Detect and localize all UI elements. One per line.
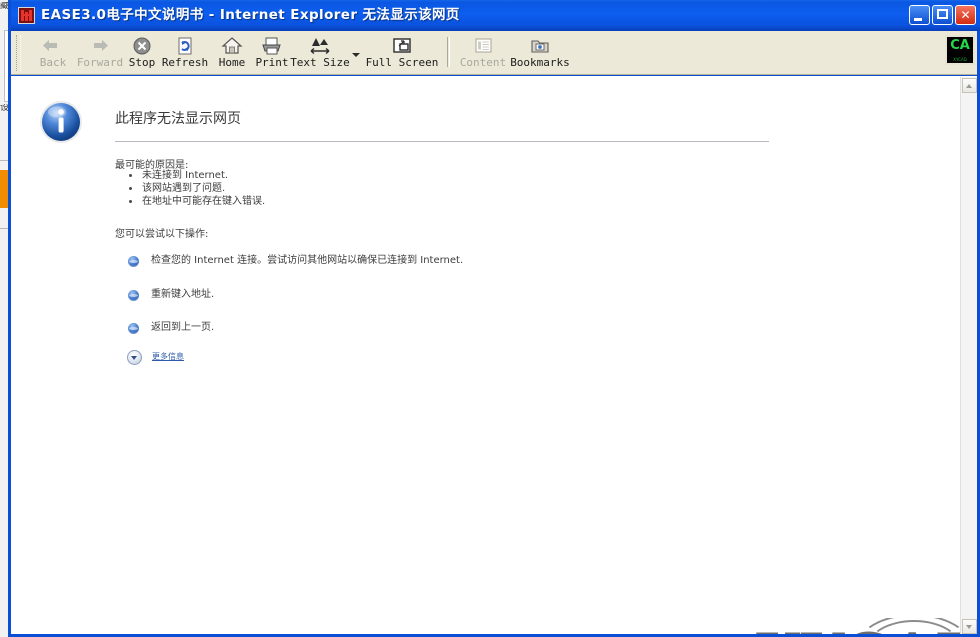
- back-label: Back: [39, 56, 67, 69]
- action-bullet-icon: [128, 323, 139, 334]
- action-go-back[interactable]: 返回到上一页.: [115, 320, 815, 338]
- full-screen-label: Full Screen: [365, 56, 439, 69]
- text-size-button[interactable]: Text Size: [287, 33, 353, 73]
- minimize-button[interactable]: [909, 5, 930, 25]
- browser-toolbar: Back Forward Stop Refresh Home Print Tex…: [11, 31, 977, 75]
- page-title: 此程序无法显示网页: [115, 111, 241, 127]
- bookmarks-button[interactable]: Bookmarks: [503, 33, 577, 73]
- page-content-area: 此程序无法显示网页 最可能的原因是: 未连接到 Internet. 该网站遇到了…: [11, 76, 977, 634]
- more-information-row[interactable]: 更多信息: [115, 349, 415, 369]
- error-page: 此程序无法显示网页 最可能的原因是: 未连接到 Internet. 该网站遇到了…: [11, 77, 960, 634]
- toolbar-grip-handle[interactable]: [16, 35, 21, 71]
- heading-divider: [115, 141, 769, 142]
- action-bullet-icon: [128, 256, 139, 267]
- action-label: 重新键入地址.: [151, 289, 215, 300]
- logo-caption: XYCAD: [953, 57, 967, 62]
- action-retype-address[interactable]: 重新键入地址.: [115, 287, 815, 305]
- text-size-dropdown-arrow-icon[interactable]: [352, 53, 360, 57]
- maximize-button[interactable]: [932, 5, 953, 25]
- close-button[interactable]: ✕: [955, 5, 976, 25]
- list-item: 该网站遇到了问题.: [128, 182, 265, 195]
- action-check-connection[interactable]: 检查您的 Internet 连接。尝试访问其他网站以确保已连接到 Interne…: [115, 253, 815, 271]
- list-item: 在地址中可能存在键入错误.: [128, 196, 266, 207]
- watermark-title: XYCAD: [756, 626, 960, 634]
- scroll-up-arrow[interactable]: [962, 78, 977, 93]
- actions-title: 您可以尝试以下操作:: [115, 229, 209, 240]
- causes-list: 未连接到 Internet. 该网站遇到了问题. 在地址中可能存在键入错误.: [115, 169, 265, 208]
- ease-app-icon: [18, 7, 35, 24]
- full-screen-button[interactable]: Full Screen: [363, 33, 441, 73]
- action-label: 返回到上一页.: [151, 322, 215, 333]
- vertical-scrollbar[interactable]: [960, 77, 977, 634]
- back-button[interactable]: Back: [29, 33, 77, 73]
- refresh-icon: [157, 34, 213, 56]
- text-size-label: Text Size: [290, 56, 350, 69]
- scroll-down-arrow[interactable]: [962, 619, 977, 634]
- xycad-watermark: XYCAD Xie Yong Computer Aided Acoustic D…: [756, 618, 960, 634]
- refresh-label: Refresh: [161, 56, 209, 69]
- action-bullet-icon: [128, 290, 139, 301]
- info-icon: [38, 99, 84, 145]
- toolbar-separator: [447, 37, 450, 67]
- text-size-icon: [287, 34, 353, 56]
- full-screen-icon: [363, 34, 441, 56]
- bookmarks-label: Bookmarks: [510, 56, 570, 69]
- xycad-logo-icon[interactable]: CA XYCAD: [945, 35, 975, 65]
- action-label: 检查您的 Internet 连接。尝试访问其他网站以确保已连接到 Interne…: [151, 255, 464, 266]
- back-arrow-icon: [29, 34, 77, 56]
- logo-mark: CA: [950, 38, 970, 53]
- more-information-link[interactable]: 更多信息: [152, 351, 184, 362]
- browser-window: EASE3.0电子中文说明书 - Internet Explorer 无法显示该…: [8, 0, 980, 637]
- chevron-down-circle-icon[interactable]: [127, 350, 142, 365]
- bookmarks-icon: [503, 34, 577, 56]
- title-bar: EASE3.0电子中文说明书 - Internet Explorer 无法显示该…: [11, 0, 980, 31]
- window-title: EASE3.0电子中文说明书 - Internet Explorer 无法显示该…: [41, 7, 460, 23]
- list-item: 未连接到 Internet.: [128, 169, 265, 182]
- refresh-button[interactable]: Refresh: [157, 33, 213, 73]
